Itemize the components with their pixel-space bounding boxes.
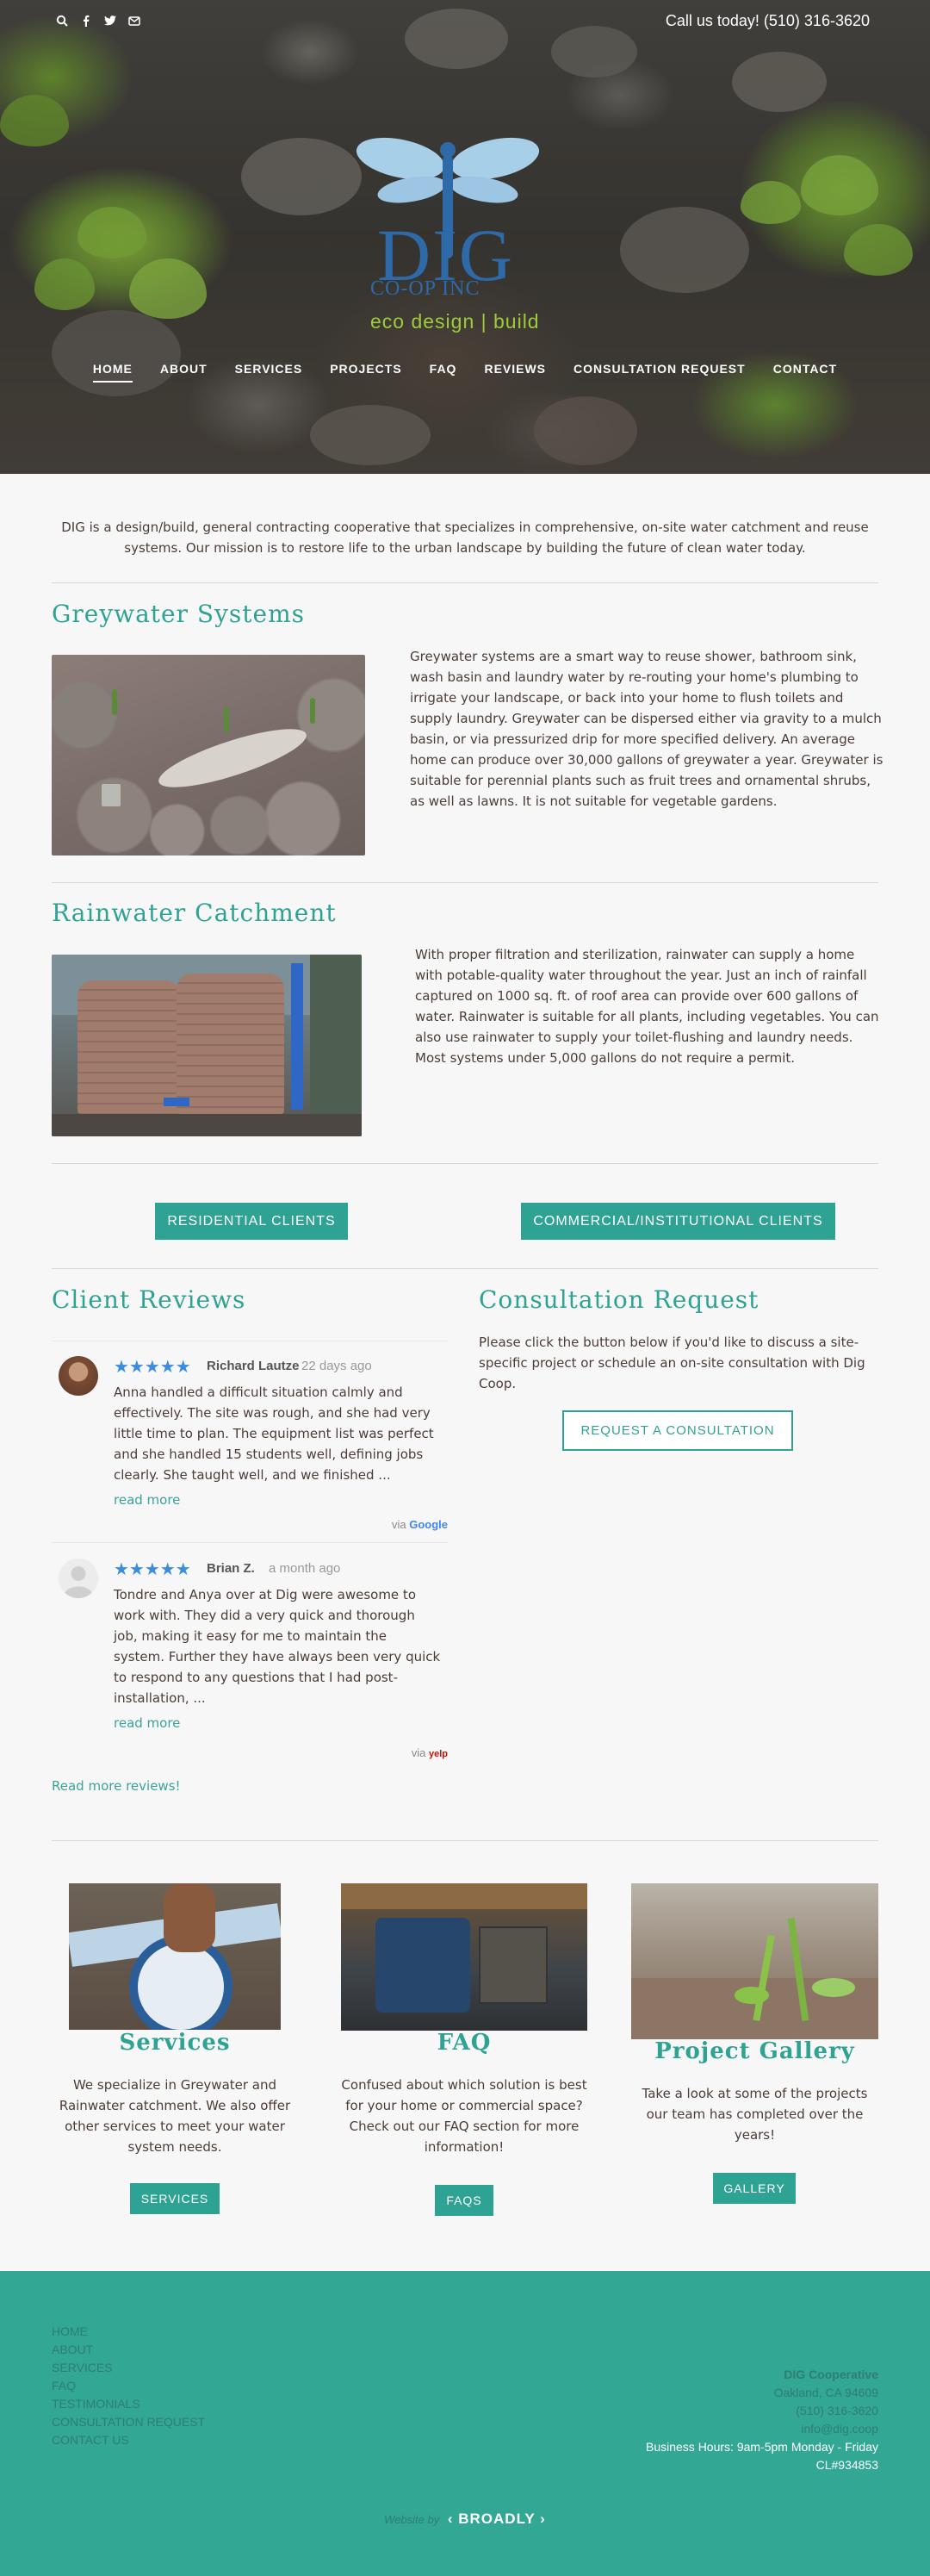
website-credit: Website by ‹ BROADLY › bbox=[384, 2511, 546, 2527]
consultation-text: Please click the button below if you'd l… bbox=[479, 1335, 865, 1391]
avatar bbox=[59, 1559, 98, 1598]
greywater-image bbox=[52, 655, 365, 856]
reviews-title: Client Reviews bbox=[52, 1285, 246, 1314]
review-card: ★★★★★ Brian Z. a month ago Tondre and An… bbox=[52, 1546, 448, 1770]
faq-image[interactable] bbox=[341, 1883, 587, 2031]
nav-services[interactable]: SERVICES bbox=[221, 362, 317, 376]
rainwater-image bbox=[52, 955, 362, 1136]
footer-links: HOME ABOUT SERVICES FAQ TESTIMONIALS CON… bbox=[52, 2323, 205, 2449]
license-number: CL#934853 bbox=[815, 2458, 878, 2472]
review-text: Tondre and Anya over at Dig were awesome… bbox=[114, 1587, 441, 1706]
footer-contact-info: DIG Cooperative Oakland, CA 94609 (510) … bbox=[646, 2366, 878, 2474]
rainwater-text: With proper filtration and sterilization… bbox=[415, 947, 879, 1066]
company-phone[interactable]: (510) 316-3620 bbox=[646, 2402, 878, 2420]
company-name: DIG Cooperative bbox=[784, 2368, 878, 2381]
review-source: via yelp bbox=[411, 1746, 448, 1759]
review-text: Anna handled a difficult situation calml… bbox=[114, 1384, 434, 1483]
read-more-reviews-link[interactable]: Read more reviews! bbox=[52, 1778, 181, 1794]
intro-text: DIG is a design/build, general contracti… bbox=[61, 520, 869, 556]
commercial-clients-button[interactable]: COMMERCIAL/INSTITUTIONAL CLIENTS bbox=[521, 1203, 835, 1240]
services-image[interactable] bbox=[69, 1883, 281, 2030]
review-source: via Google bbox=[391, 1518, 448, 1531]
footer-link-consultation[interactable]: CONSULTATION REQUEST bbox=[52, 2413, 205, 2431]
company-email[interactable]: info@dig.coop bbox=[646, 2420, 878, 2438]
gallery-card-text: Take a look at some of the projects our … bbox=[642, 2086, 868, 2143]
search-icon[interactable] bbox=[55, 14, 69, 28]
reviewer-name: Brian Z. bbox=[207, 1561, 255, 1576]
divider bbox=[52, 882, 878, 883]
nav-about[interactable]: ABOUT bbox=[146, 362, 221, 376]
star-rating-icon: ★★★★★ bbox=[114, 1356, 191, 1377]
faq-card-text: Confused about which solution is best fo… bbox=[341, 2077, 587, 2155]
rainwater-title: Rainwater Catchment bbox=[52, 899, 337, 927]
footer-link-contact[interactable]: CONTACT US bbox=[52, 2431, 205, 2449]
consultation-title: Consultation Request bbox=[479, 1285, 760, 1314]
nav-reviews[interactable]: REVIEWS bbox=[470, 362, 560, 376]
footer-link-services[interactable]: SERVICES bbox=[52, 2359, 205, 2377]
star-rating-icon: ★★★★★ bbox=[114, 1559, 191, 1579]
services-card-text: We specialize in Greywater and Rainwater… bbox=[59, 2077, 291, 2155]
divider bbox=[52, 1542, 448, 1543]
footer-link-faq[interactable]: FAQ bbox=[52, 2377, 205, 2395]
divider bbox=[52, 582, 878, 583]
review-time: a month ago bbox=[269, 1561, 341, 1576]
read-more-link[interactable]: read more bbox=[114, 1715, 180, 1731]
read-more-link[interactable]: read more bbox=[114, 1492, 180, 1508]
avatar bbox=[59, 1356, 98, 1396]
social-icons bbox=[55, 14, 141, 28]
reviewer-name: Richard Lautze bbox=[207, 1359, 300, 1373]
request-consultation-button[interactable]: REQUEST A CONSULTATION bbox=[562, 1410, 793, 1451]
gallery-card-title[interactable]: Project Gallery bbox=[631, 2038, 878, 2064]
nav-contact[interactable]: CONTACT bbox=[760, 362, 851, 376]
business-hours: Business Hours: 9am-5pm Monday - Friday bbox=[646, 2440, 878, 2454]
twitter-icon[interactable] bbox=[103, 14, 117, 28]
google-logo-icon: Google bbox=[409, 1518, 448, 1531]
broadly-logo-icon[interactable]: ‹ BROADLY › bbox=[448, 2511, 546, 2527]
services-button[interactable]: SERVICES bbox=[130, 2183, 220, 2214]
nav-home[interactable]: HOME bbox=[79, 362, 146, 383]
footer-link-about[interactable]: ABOUT bbox=[52, 2341, 205, 2359]
greywater-text: Greywater systems are a smart way to reu… bbox=[410, 649, 884, 809]
logo-tagline: eco design | build bbox=[370, 310, 540, 333]
hero-banner: Call us today! (510) 316-3620 DIG CO-OP … bbox=[0, 0, 930, 474]
services-card-title[interactable]: Services bbox=[69, 2030, 281, 2056]
email-icon[interactable] bbox=[127, 14, 141, 28]
divider bbox=[52, 1840, 878, 1841]
gallery-button[interactable]: GALLERY bbox=[713, 2173, 796, 2204]
review-card: ★★★★★ Richard Lautze 22 days ago Anna ha… bbox=[52, 1344, 448, 1542]
review-time: 22 days ago bbox=[301, 1359, 372, 1373]
facebook-icon[interactable] bbox=[79, 14, 93, 28]
gallery-image[interactable] bbox=[631, 1883, 878, 2039]
company-city: Oakland, CA 94609 bbox=[773, 2386, 878, 2399]
footer-link-testimonials[interactable]: TESTIMONIALS bbox=[52, 2395, 205, 2413]
faqs-button[interactable]: FAQS bbox=[435, 2185, 493, 2216]
nav-consultation-request[interactable]: CONSULTATION REQUEST bbox=[560, 362, 760, 376]
logo-subtext: CO-OP INC bbox=[370, 277, 480, 300]
nav-faq[interactable]: FAQ bbox=[416, 362, 471, 376]
greywater-title: Greywater Systems bbox=[52, 600, 306, 628]
residential-clients-button[interactable]: RESIDENTIAL CLIENTS bbox=[155, 1203, 348, 1240]
divider bbox=[52, 1163, 878, 1164]
main-nav: HOME ABOUT SERVICES PROJECTS FAQ REVIEWS… bbox=[0, 362, 930, 383]
faq-card-title[interactable]: FAQ bbox=[341, 2030, 587, 2056]
nav-projects[interactable]: PROJECTS bbox=[316, 362, 415, 376]
divider bbox=[52, 1268, 878, 1269]
footer: HOME ABOUT SERVICES FAQ TESTIMONIALS CON… bbox=[0, 2271, 930, 2576]
call-us-text[interactable]: Call us today! (510) 316-3620 bbox=[666, 12, 870, 30]
yelp-logo-icon: yelp bbox=[428, 1749, 448, 1759]
footer-link-home[interactable]: HOME bbox=[52, 2323, 205, 2341]
